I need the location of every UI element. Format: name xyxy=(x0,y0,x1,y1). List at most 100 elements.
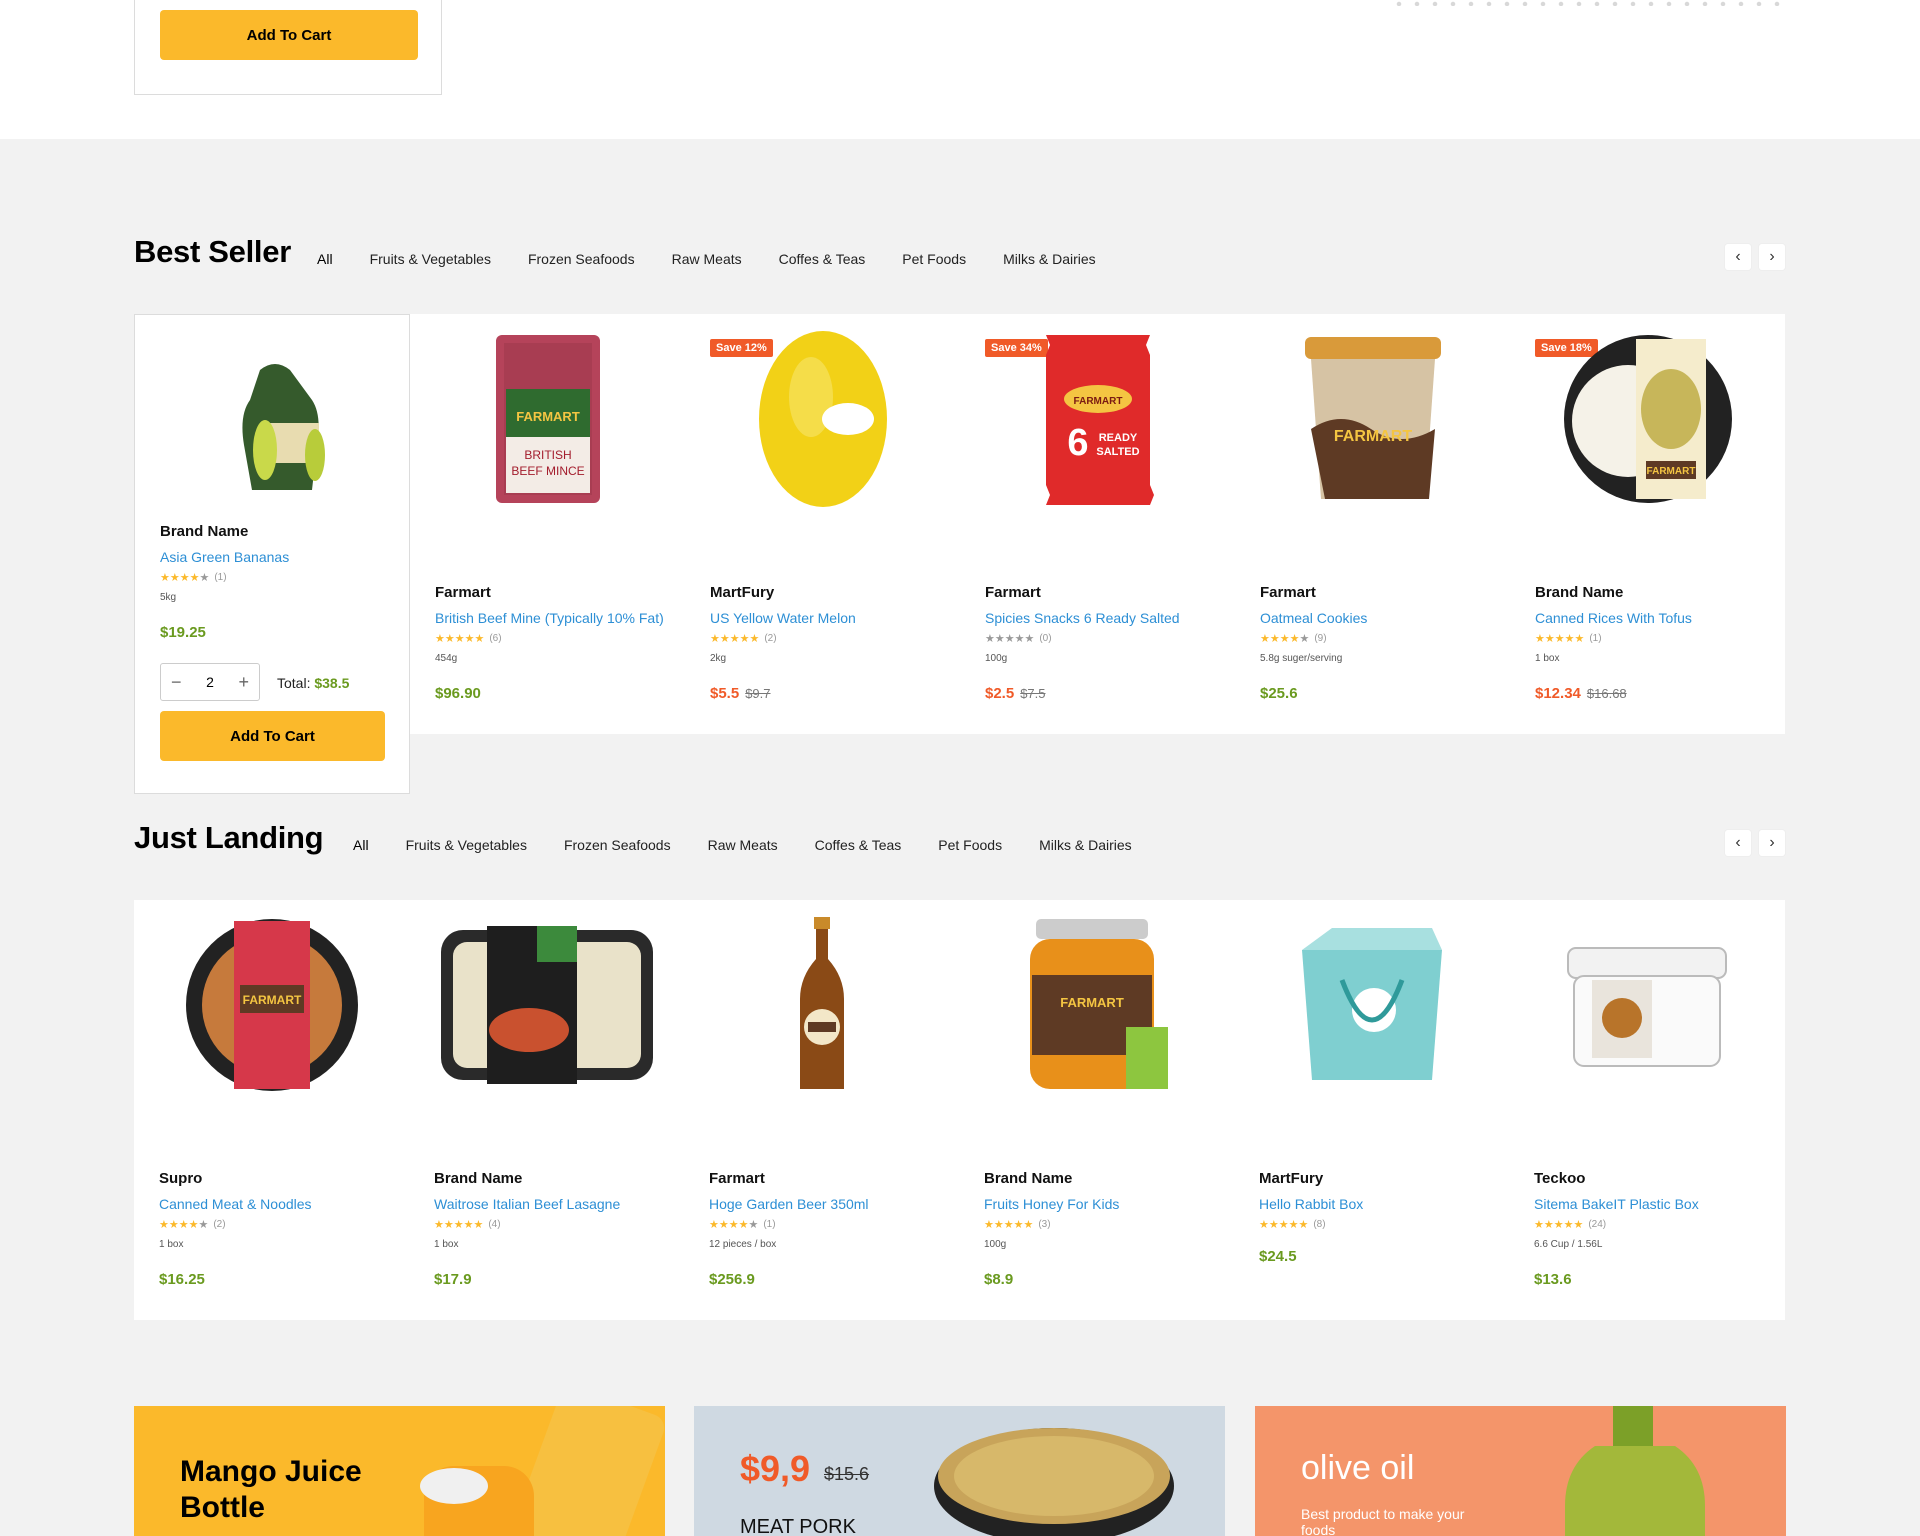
plus-icon[interactable]: + xyxy=(238,672,249,693)
promo-banner-olive-oil[interactable]: olive oil Best product to make your food… xyxy=(1255,1406,1786,1536)
star-rating-icon: ★★★★★ xyxy=(435,633,485,645)
tab-frozen-seafoods[interactable]: Frozen Seafoods xyxy=(564,837,671,853)
product-name-link[interactable]: Sitema BakeIT Plastic Box xyxy=(1534,1196,1699,1212)
tab-milks-dairies[interactable]: Milks & Dairies xyxy=(1039,837,1132,853)
product-name-link[interactable]: Hello Rabbit Box xyxy=(1259,1196,1363,1212)
chevron-right-icon[interactable]: › xyxy=(1759,244,1785,270)
product-image-honey[interactable]: FARMART xyxy=(959,900,1234,1110)
product-name-link[interactable]: British Beef Mine (Typically 10% Fat) xyxy=(435,610,664,626)
promo-image-olive-bottle xyxy=(1565,1406,1705,1536)
product-rating: ★★★★★ (1) xyxy=(709,1219,776,1231)
promo-subtitle: Best product to make your foods xyxy=(1301,1506,1465,1536)
product-name-link[interactable]: Asia Green Bananas xyxy=(160,549,289,565)
product-price: $2.5 $7.5 xyxy=(985,685,1046,702)
promo-image-can xyxy=(934,1428,1174,1536)
star-rating-icon: ★★★★★ xyxy=(434,1219,484,1231)
tab-frozen-seafoods[interactable]: Frozen Seafoods xyxy=(528,251,635,267)
product-weight: 5.8g suger/serving xyxy=(1260,653,1343,664)
product-image-melon[interactable] xyxy=(685,314,960,524)
product-price: $25.6 xyxy=(1260,685,1298,702)
product-image-beef-mince[interactable]: FARMART BRITISH BEEF MINCE xyxy=(410,314,685,524)
product-card[interactable]: Farmart Hoge Garden Beer 350ml ★★★★★ (1)… xyxy=(684,900,959,1300)
product-image-rabbit-box[interactable] xyxy=(1234,900,1509,1110)
product-image-snacks[interactable]: FARMART 6 READY SALTED xyxy=(960,314,1235,524)
product-brand: Farmart xyxy=(1260,584,1316,601)
product-card[interactable]: Save 18% FARMART Brand Name Canned Rices… xyxy=(1510,314,1785,714)
tab-raw-meats[interactable]: Raw Meats xyxy=(672,251,742,267)
product-card[interactable]: FARMART Supro Canned Meat & Noodles ★★★★… xyxy=(134,900,409,1300)
product-image-oatmeal-cookies[interactable]: FARMART xyxy=(1235,314,1510,524)
product-weight: 1 box xyxy=(1535,653,1560,664)
product-price: $16.25 xyxy=(159,1271,205,1288)
category-tabs-best-seller: All Fruits & Vegetables Frozen Seafoods … xyxy=(317,251,1133,267)
product-brand: Supro xyxy=(159,1170,203,1187)
product-price: $5.5 $9.7 xyxy=(710,685,771,702)
svg-text:FARMART: FARMART xyxy=(1073,396,1122,407)
featured-product-card[interactable]: Brand Name Asia Green Bananas ★★★★★ (1) … xyxy=(134,314,410,794)
product-card[interactable]: FARMART Farmart Oatmeal Cookies ★★★★★ (9… xyxy=(1235,314,1510,714)
product-price: $96.90 xyxy=(435,685,481,702)
product-name-link[interactable]: US Yellow Water Melon xyxy=(710,610,856,626)
top-strip: Add To Cart xyxy=(0,0,1920,139)
product-image-canned-rice[interactable]: FARMART xyxy=(1510,314,1785,524)
old-price: $7.5 xyxy=(1020,686,1046,701)
product-price: $19.25 xyxy=(160,624,206,641)
svg-text:FARMART: FARMART xyxy=(1646,466,1695,477)
product-card[interactable]: Save 12% MartFury US Yellow Water Melon … xyxy=(685,314,960,714)
add-to-cart-button[interactable]: Add To Cart xyxy=(160,711,385,761)
tab-all[interactable]: All xyxy=(353,837,369,853)
tab-coffes-teas[interactable]: Coffes & Teas xyxy=(779,251,866,267)
chevron-left-icon[interactable]: ‹ xyxy=(1725,244,1751,270)
product-brand: Brand Name xyxy=(160,523,249,540)
promo-banner-meat-pork[interactable]: $9,9 $15.6 MEAT PORK xyxy=(694,1406,1225,1536)
chevron-left-icon[interactable]: ‹ xyxy=(1725,830,1751,856)
tab-raw-meats[interactable]: Raw Meats xyxy=(708,837,778,853)
product-rating: ★★★★★ (9) xyxy=(1260,633,1327,645)
tab-pet-foods[interactable]: Pet Foods xyxy=(938,837,1002,853)
product-card[interactable]: MartFury Hello Rabbit Box ★★★★★ (8) $24.… xyxy=(1234,900,1509,1300)
product-rating: ★★★★★ (4) xyxy=(434,1219,501,1231)
chevron-right-icon[interactable]: › xyxy=(1759,830,1785,856)
product-brand: Brand Name xyxy=(984,1170,1073,1187)
category-tabs-just-landing: All Fruits & Vegetables Frozen Seafoods … xyxy=(353,837,1169,853)
product-brand: Brand Name xyxy=(1535,584,1624,601)
product-card[interactable]: Brand Name Waitrose Italian Beef Lasagne… xyxy=(409,900,684,1300)
add-to-cart-button[interactable]: Add To Cart xyxy=(160,10,418,60)
product-name-link[interactable]: Canned Rices With Tofus xyxy=(1535,610,1692,626)
product-card[interactable]: Teckoo Sitema BakeIT Plastic Box ★★★★★ (… xyxy=(1509,900,1784,1300)
product-image-meat-noodles[interactable]: FARMART xyxy=(134,900,409,1110)
tab-coffes-teas[interactable]: Coffes & Teas xyxy=(815,837,902,853)
tab-milks-dairies[interactable]: Milks & Dairies xyxy=(1003,251,1096,267)
product-card[interactable]: FARMART BRITISH BEEF MINCE Farmart Briti… xyxy=(410,314,685,714)
promo-old-price: $15.6 xyxy=(824,1464,870,1484)
product-rating: ★★★★★ (0) xyxy=(985,633,1052,645)
product-card[interactable]: Save 34% FARMART 6 READY SALTED Farmart … xyxy=(960,314,1235,714)
product-image-bananas[interactable] xyxy=(195,355,355,500)
old-price: $16.68 xyxy=(1586,686,1627,701)
promo-price: $9,9 xyxy=(740,1448,811,1489)
svg-text:SALTED: SALTED xyxy=(1096,446,1139,458)
product-image-plastic-box[interactable] xyxy=(1509,900,1784,1110)
product-rating: ★★★★★ (24) xyxy=(1534,1219,1607,1231)
section-title-just-landing: Just Landing xyxy=(134,820,324,855)
product-name-link[interactable]: Hoge Garden Beer 350ml xyxy=(709,1196,869,1212)
tab-pet-foods[interactable]: Pet Foods xyxy=(902,251,966,267)
tab-all[interactable]: All xyxy=(317,251,333,267)
product-name-link[interactable]: Oatmeal Cookies xyxy=(1260,610,1367,626)
quantity-stepper[interactable]: − 2 + xyxy=(160,663,260,701)
minus-icon[interactable]: − xyxy=(171,672,182,693)
product-image-lasagne[interactable] xyxy=(409,900,684,1110)
product-weight: 6.6 Cup / 1.56L xyxy=(1534,1239,1603,1250)
product-card[interactable]: FARMART Brand Name Fruits Honey For Kids… xyxy=(959,900,1234,1300)
product-name-link[interactable]: Spicies Snacks 6 Ready Salted xyxy=(985,610,1180,626)
product-name-link[interactable]: Waitrose Italian Beef Lasagne xyxy=(434,1196,620,1212)
quantity-value[interactable]: 2 xyxy=(206,674,214,690)
tab-fruits-vegetables[interactable]: Fruits & Vegetables xyxy=(406,837,527,853)
product-name-link[interactable]: Fruits Honey For Kids xyxy=(984,1196,1119,1212)
product-price: $8.9 xyxy=(984,1271,1014,1288)
tab-fruits-vegetables[interactable]: Fruits & Vegetables xyxy=(370,251,491,267)
product-name-link[interactable]: Canned Meat & Noodles xyxy=(159,1196,312,1212)
product-image-beer[interactable] xyxy=(684,900,959,1110)
promo-banner-mango-juice[interactable]: Mango Juice Bottle xyxy=(134,1406,665,1536)
carousel-nav-best-seller: ‹ › xyxy=(1725,244,1785,270)
